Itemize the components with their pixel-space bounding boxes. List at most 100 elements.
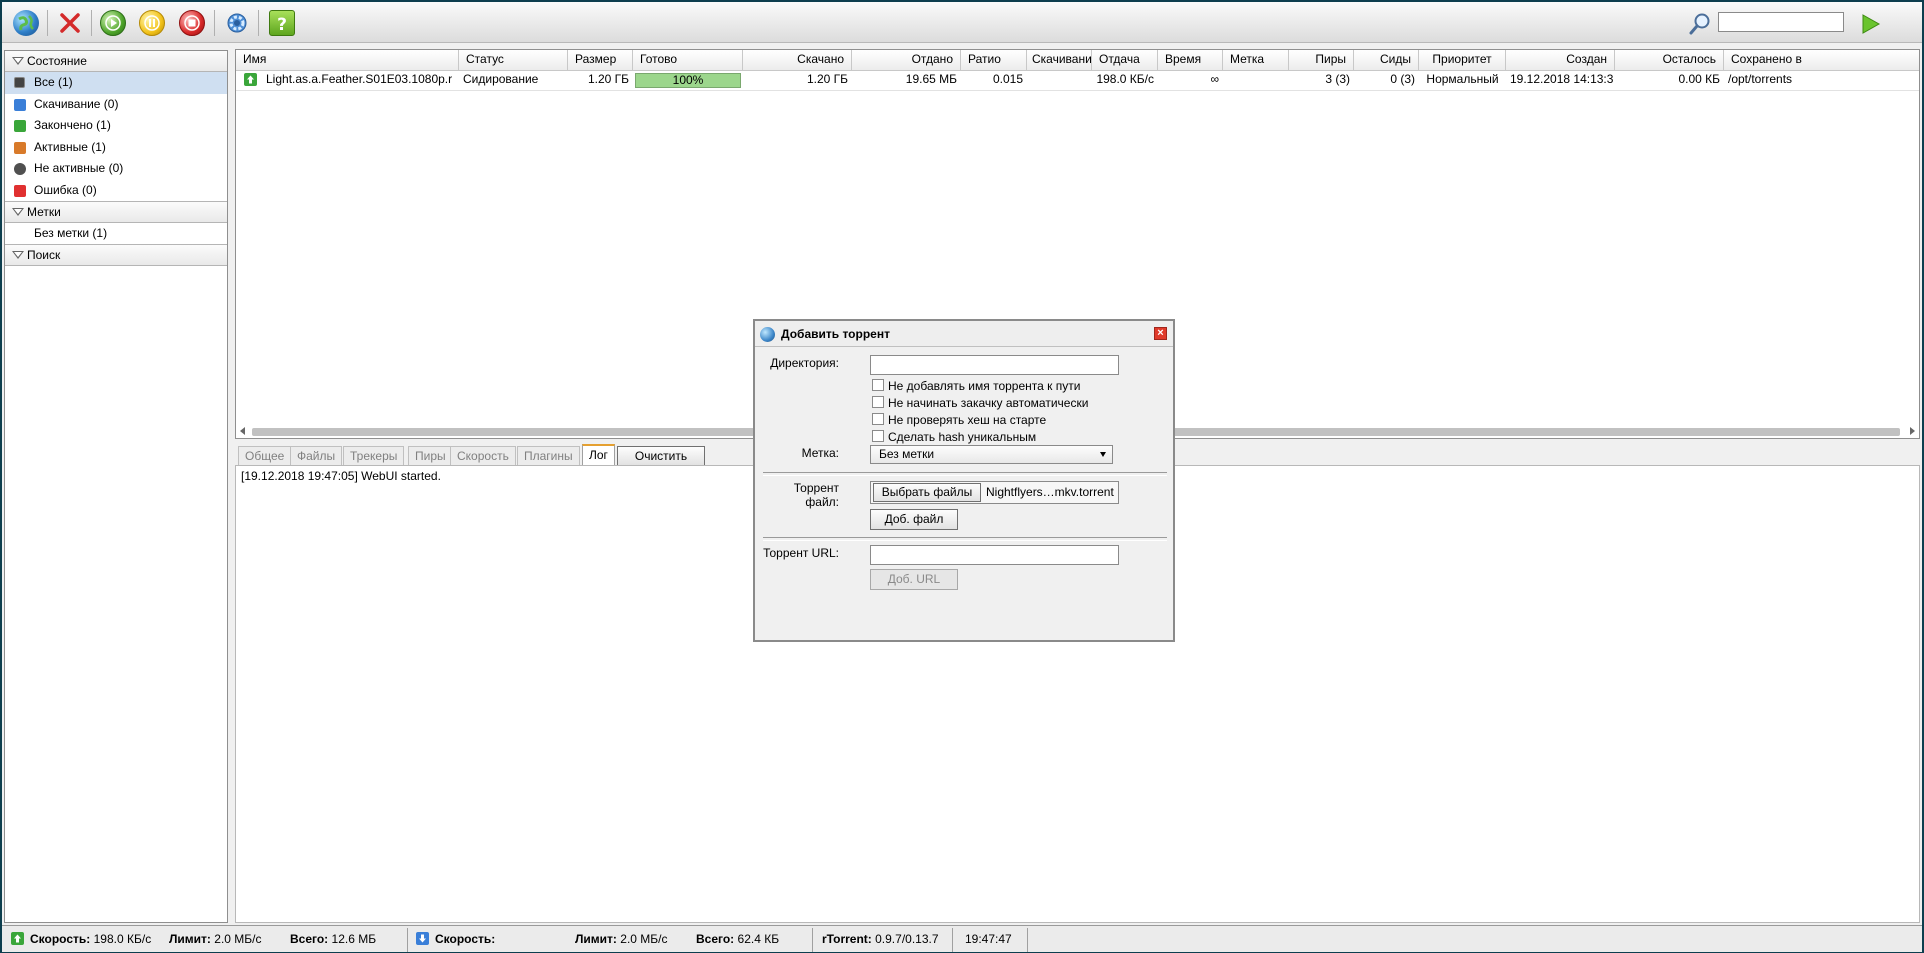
col-saved-to[interactable]: Сохранено в [1724, 50, 1919, 70]
remove-icon[interactable] [57, 10, 83, 36]
labels-header[interactable]: Метки [5, 202, 227, 223]
scroll-right-icon[interactable] [1910, 427, 1915, 435]
torrent-url-input[interactable] [870, 545, 1119, 565]
dialog-title-bar[interactable]: Добавить торрент × [755, 321, 1173, 347]
progress-text: 100% [672, 73, 704, 87]
collapse-triangle-icon [12, 208, 24, 216]
col-peers[interactable]: Пиры [1289, 50, 1354, 70]
app-window: ? Состояние Все (1) Скачивание (0) Закон… [2, 2, 1922, 952]
progress-bar: 100% [635, 73, 741, 88]
url-label: Торрент URL: [763, 546, 839, 560]
tab-speed[interactable]: Скорость [450, 446, 516, 465]
collapse-triangle-icon [12, 251, 24, 259]
file-picker[interactable]: Выбрать файлы Nightflyers…mkv.torrent [870, 481, 1119, 504]
col-ratio[interactable]: Ратио [961, 50, 1027, 70]
state-item-label: Ошибка (0) [34, 182, 97, 197]
cell-created: 19.12.2018 14:13:3 [1510, 72, 1614, 86]
search-go-icon[interactable] [1857, 11, 1883, 37]
download-total: Всего: 62.4 КБ [696, 932, 780, 946]
state-item-all[interactable]: Все (1) [5, 72, 227, 94]
start-icon[interactable] [100, 10, 126, 36]
state-item-label: Закончено (1) [34, 118, 111, 132]
col-name[interactable]: Имя [236, 50, 459, 70]
col-label[interactable]: Метка [1223, 50, 1289, 70]
collapse-triangle-icon [12, 57, 24, 65]
tab-peers[interactable]: Пиры [408, 446, 453, 465]
col-created[interactable]: Создан [1506, 50, 1615, 70]
tab-trackers[interactable]: Трекеры [343, 446, 405, 465]
tab-files[interactable]: Файлы [290, 446, 343, 465]
col-dl-speed[interactable]: Скачивани [1027, 50, 1092, 70]
cell-saved-to: /opt/torrents [1728, 72, 1793, 86]
dialog-title: Добавить торрент [781, 327, 890, 341]
directory-input[interactable] [870, 355, 1119, 375]
checkbox-no-torrent-name[interactable] [872, 379, 884, 391]
chevron-down-icon [1100, 452, 1106, 457]
tab-plugins[interactable]: Плагины [517, 446, 580, 465]
help-icon[interactable]: ? [269, 10, 295, 36]
label-item-text: Без метки (1) [34, 226, 108, 240]
download-icon [14, 98, 26, 111]
col-ul-speed[interactable]: Отдача [1092, 50, 1158, 70]
cell-remaining: 0.00 КБ [1678, 72, 1720, 86]
download-limit[interactable]: Лимит: 2.0 МБ/с [575, 932, 668, 946]
add-file-button[interactable]: Доб. файл [870, 509, 958, 530]
checkbox-no-torrent-name-label: Не добавлять имя торрента к пути [888, 379, 1081, 393]
tab-general[interactable]: Общее [238, 446, 292, 465]
checkbox-no-hash-check[interactable] [872, 413, 884, 425]
search-input[interactable] [1718, 12, 1844, 32]
col-status[interactable]: Статус [459, 50, 568, 70]
finished-icon [14, 120, 26, 132]
client-version: rTorrent: 0.9.7/0.13.7 [822, 932, 939, 946]
state-item-active[interactable]: Активные (1) [5, 137, 227, 159]
upload-limit[interactable]: Лимит: 2.0 МБ/с [169, 932, 262, 946]
choose-files-button[interactable]: Выбрать файлы [873, 483, 981, 502]
settings-icon[interactable] [224, 10, 250, 36]
state-item-downloading[interactable]: Скачивание (0) [5, 94, 227, 116]
dialog-divider [763, 537, 1167, 541]
label-select[interactable]: Без метки [870, 445, 1113, 464]
active-icon [14, 141, 26, 154]
col-downloaded[interactable]: Скачано [743, 50, 852, 70]
col-done[interactable]: Готово [633, 50, 743, 70]
col-uploaded[interactable]: Отдано [852, 50, 961, 70]
add-torrent-icon[interactable] [13, 10, 39, 36]
scroll-left-icon[interactable] [240, 427, 245, 435]
chosen-file-name: Nightflyers…mkv.torrent [986, 485, 1114, 499]
col-remaining[interactable]: Осталось [1615, 50, 1724, 70]
col-priority[interactable]: Приоритет [1419, 50, 1506, 70]
state-item-label: Активные (1) [34, 139, 106, 154]
col-size[interactable]: Размер [568, 50, 633, 70]
state-item-inactive[interactable]: Не активные (0) [5, 158, 227, 180]
col-seeds[interactable]: Сиды [1354, 50, 1419, 70]
download-speed: Скорость: [435, 932, 496, 946]
tab-log[interactable]: Лог [582, 444, 615, 465]
search-header[interactable]: Поиск [5, 245, 227, 266]
pause-icon[interactable] [139, 10, 165, 36]
cell-priority: Нормальный [1426, 72, 1499, 86]
stop-icon[interactable] [179, 10, 205, 36]
clear-log-button[interactable]: Очистить [617, 446, 705, 466]
col-eta[interactable]: Время [1158, 50, 1223, 70]
cell-peers: 3 (3) [1325, 72, 1350, 86]
label-item-none[interactable]: Без метки (1) [5, 223, 227, 245]
label-select-label: Метка: [801, 446, 839, 460]
state-item-label: Скачивание (0) [34, 96, 119, 111]
checkbox-unique-hash[interactable] [872, 430, 884, 442]
cell-size: 1.20 ГБ [587, 72, 629, 86]
download-arrow-icon [416, 932, 429, 945]
search-header-label: Поиск [27, 248, 61, 262]
state-item-error[interactable]: Ошибка (0) [5, 180, 227, 202]
state-item-finished[interactable]: Закончено (1) [5, 115, 227, 137]
add-url-button[interactable]: Доб. URL [870, 569, 958, 590]
inactive-icon [14, 163, 26, 175]
seeding-status-icon [244, 73, 257, 86]
close-icon[interactable]: × [1154, 327, 1167, 340]
cell-downloaded: 1.20 ГБ [806, 72, 848, 86]
clock: 19:47:47 [965, 932, 1012, 946]
state-header[interactable]: Состояние [5, 51, 227, 72]
state-header-label: Состояние [27, 54, 87, 68]
label-select-value: Без метки [879, 447, 935, 461]
checkbox-no-autostart[interactable] [872, 396, 884, 408]
cell-dl-speed [1027, 70, 1092, 88]
